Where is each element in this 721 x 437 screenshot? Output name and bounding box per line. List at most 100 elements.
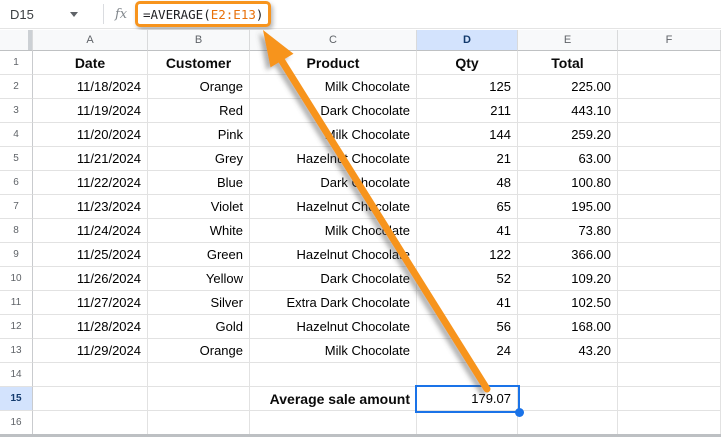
cell-A10[interactable]: 11/26/2024 (33, 267, 148, 291)
cell-C15[interactable]: Average sale amount (250, 387, 417, 411)
cell-E13[interactable]: 43.20 (518, 339, 618, 363)
formula-input[interactable]: =AVERAGE(E2:E13) (135, 1, 272, 27)
cell-B16[interactable] (148, 411, 250, 435)
cell-D3[interactable]: 211 (417, 99, 518, 123)
cell-B13[interactable]: Orange (148, 339, 250, 363)
cell-B10[interactable]: Yellow (148, 267, 250, 291)
cell-E4[interactable]: 259.20 (518, 123, 618, 147)
cell-A14[interactable] (33, 363, 148, 387)
cell-A9[interactable]: 11/25/2024 (33, 243, 148, 267)
cell-B2[interactable]: Orange (148, 75, 250, 99)
cell-A2[interactable]: 11/18/2024 (33, 75, 148, 99)
cell-B3[interactable]: Red (148, 99, 250, 123)
cell-B11[interactable]: Silver (148, 291, 250, 315)
cell-E14[interactable] (518, 363, 618, 387)
cell-A1[interactable]: Date (33, 51, 148, 75)
cell-B12[interactable]: Gold (148, 315, 250, 339)
cell-C12[interactable]: Hazelnut Chocolate (250, 315, 417, 339)
cell-F14[interactable] (618, 363, 721, 387)
cell-A5[interactable]: 11/21/2024 (33, 147, 148, 171)
cell-D15[interactable]: 179.07 (417, 387, 518, 411)
cell-A3[interactable]: 11/19/2024 (33, 99, 148, 123)
cell-C14[interactable] (250, 363, 417, 387)
cell-B9[interactable]: Green (148, 243, 250, 267)
cell-A15[interactable] (33, 387, 148, 411)
row-header-5[interactable]: 5 (0, 147, 33, 171)
cell-E12[interactable]: 168.00 (518, 315, 618, 339)
cell-A16[interactable] (33, 411, 148, 435)
cell-E1[interactable]: Total (518, 51, 618, 75)
cell-E10[interactable]: 109.20 (518, 267, 618, 291)
cell-A13[interactable]: 11/29/2024 (33, 339, 148, 363)
cell-F4[interactable] (618, 123, 721, 147)
cell-E5[interactable]: 63.00 (518, 147, 618, 171)
cell-B6[interactable]: Blue (148, 171, 250, 195)
cell-E2[interactable]: 225.00 (518, 75, 618, 99)
cell-D2[interactable]: 125 (417, 75, 518, 99)
cell-F15[interactable] (618, 387, 721, 411)
cell-A6[interactable]: 11/22/2024 (33, 171, 148, 195)
cell-C6[interactable]: Dark Chocolate (250, 171, 417, 195)
cell-F1[interactable] (618, 51, 721, 75)
row-header-9[interactable]: 9 (0, 243, 33, 267)
cell-C7[interactable]: Hazelnut Chocolate (250, 195, 417, 219)
cell-F10[interactable] (618, 267, 721, 291)
row-header-10[interactable]: 10 (0, 267, 33, 291)
cell-E3[interactable]: 443.10 (518, 99, 618, 123)
name-box-dropdown-icon[interactable] (70, 11, 78, 17)
row-header-3[interactable]: 3 (0, 99, 33, 123)
cell-D6[interactable]: 48 (417, 171, 518, 195)
name-box[interactable]: D15 (10, 7, 78, 22)
cell-F6[interactable] (618, 171, 721, 195)
cell-E7[interactable]: 195.00 (518, 195, 618, 219)
cell-E9[interactable]: 366.00 (518, 243, 618, 267)
cell-D14[interactable] (417, 363, 518, 387)
cell-D13[interactable]: 24 (417, 339, 518, 363)
cell-C8[interactable]: Milk Chocolate (250, 219, 417, 243)
cell-F8[interactable] (618, 219, 721, 243)
cell-D7[interactable]: 65 (417, 195, 518, 219)
cell-B4[interactable]: Pink (148, 123, 250, 147)
cell-D4[interactable]: 144 (417, 123, 518, 147)
cell-C1[interactable]: Product (250, 51, 417, 75)
select-all-corner[interactable] (0, 30, 33, 51)
cell-B1[interactable]: Customer (148, 51, 250, 75)
cell-D11[interactable]: 41 (417, 291, 518, 315)
cell-F2[interactable] (618, 75, 721, 99)
cell-F11[interactable] (618, 291, 721, 315)
cell-D16[interactable] (417, 411, 518, 435)
cell-B14[interactable] (148, 363, 250, 387)
cell-D1[interactable]: Qty (417, 51, 518, 75)
cell-C2[interactable]: Milk Chocolate (250, 75, 417, 99)
col-header-B[interactable]: B (148, 30, 250, 51)
fill-handle[interactable] (515, 408, 524, 417)
cell-A12[interactable]: 11/28/2024 (33, 315, 148, 339)
cell-F3[interactable] (618, 99, 721, 123)
row-header-8[interactable]: 8 (0, 219, 33, 243)
cell-F9[interactable] (618, 243, 721, 267)
cell-F16[interactable] (618, 411, 721, 435)
col-header-D[interactable]: D (417, 30, 518, 51)
cell-E16[interactable] (518, 411, 618, 435)
row-header-12[interactable]: 12 (0, 315, 33, 339)
col-header-F[interactable]: F (618, 30, 721, 51)
cell-D9[interactable]: 122 (417, 243, 518, 267)
cell-C5[interactable]: Hazelnut Chocolate (250, 147, 417, 171)
row-header-2[interactable]: 2 (0, 75, 33, 99)
col-header-C[interactable]: C (250, 30, 417, 51)
row-header-13[interactable]: 13 (0, 339, 33, 363)
cell-E15[interactable] (518, 387, 618, 411)
row-header-16[interactable]: 16 (0, 411, 33, 435)
row-header-6[interactable]: 6 (0, 171, 33, 195)
cell-F13[interactable] (618, 339, 721, 363)
col-header-A[interactable]: A (33, 30, 148, 51)
cell-A11[interactable]: 11/27/2024 (33, 291, 148, 315)
cell-D5[interactable]: 21 (417, 147, 518, 171)
cell-E11[interactable]: 102.50 (518, 291, 618, 315)
col-header-E[interactable]: E (518, 30, 618, 51)
cell-B5[interactable]: Grey (148, 147, 250, 171)
cell-C3[interactable]: Dark Chocolate (250, 99, 417, 123)
cell-A4[interactable]: 11/20/2024 (33, 123, 148, 147)
cell-C10[interactable]: Dark Chocolate (250, 267, 417, 291)
cell-C4[interactable]: Milk Chocolate (250, 123, 417, 147)
